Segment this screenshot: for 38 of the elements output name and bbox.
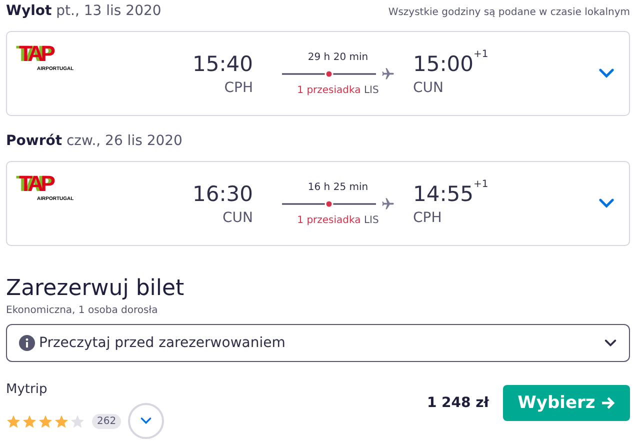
provider-name: Mytrip xyxy=(6,382,48,397)
price: 1 248 zł xyxy=(426,395,489,411)
airline-logo: TAP xyxy=(19,174,52,194)
airplane-icon xyxy=(380,66,394,80)
star-icon xyxy=(6,414,21,428)
departure-time: 16:30 xyxy=(192,182,253,206)
booking-subtitle: Ekonomiczna, 1 osoba dorosła xyxy=(6,305,159,316)
chevron-down-icon xyxy=(598,198,615,209)
info-icon xyxy=(19,335,35,351)
star-icon xyxy=(54,414,69,428)
chevron-down-icon xyxy=(604,339,617,347)
airport-code: CUN xyxy=(413,80,444,96)
flight-duration: 29 h 20 min xyxy=(308,52,368,62)
stops-info: 1 przesiadka LIS xyxy=(297,214,379,226)
airport-code: CUN xyxy=(222,210,253,226)
chevron-down-icon xyxy=(140,417,152,425)
airline-logo: TAP xyxy=(19,44,52,64)
airport-code: CPH xyxy=(413,210,442,226)
timezone-note: Wszystkie godziny są podane w czasie lokalnym xyxy=(388,7,630,18)
airport-code: CPH xyxy=(224,80,253,96)
stops-info: 1 przesiadka LIS xyxy=(297,84,379,96)
star-icon xyxy=(22,414,37,428)
booking-title: Zarezerwuj bilet xyxy=(6,276,186,301)
leg-heading: Wylot pt., 13 lis 2020 xyxy=(6,3,162,19)
review-count: 262 xyxy=(92,414,122,428)
arrival-time: 15:00$^{+1}$ xyxy=(413,52,488,76)
info-dropdown[interactable]: Przeczytaj przed zarezerwowaniem xyxy=(6,324,630,362)
leg-heading: Powrót czw., 26 lis 2020 xyxy=(6,133,182,149)
arrival-time: 14:55$^{+1}$ xyxy=(413,182,488,206)
star-icon xyxy=(38,414,53,428)
star-icon xyxy=(70,414,85,428)
departure-time: 15:40 xyxy=(192,52,253,76)
arrow-right-icon xyxy=(601,396,616,410)
airplane-icon xyxy=(380,196,394,210)
expand-button[interactable] xyxy=(598,198,615,209)
expand-button[interactable] xyxy=(598,68,615,79)
flight-duration: 16 h 25 min xyxy=(308,182,368,192)
chevron-down-icon xyxy=(598,68,615,79)
